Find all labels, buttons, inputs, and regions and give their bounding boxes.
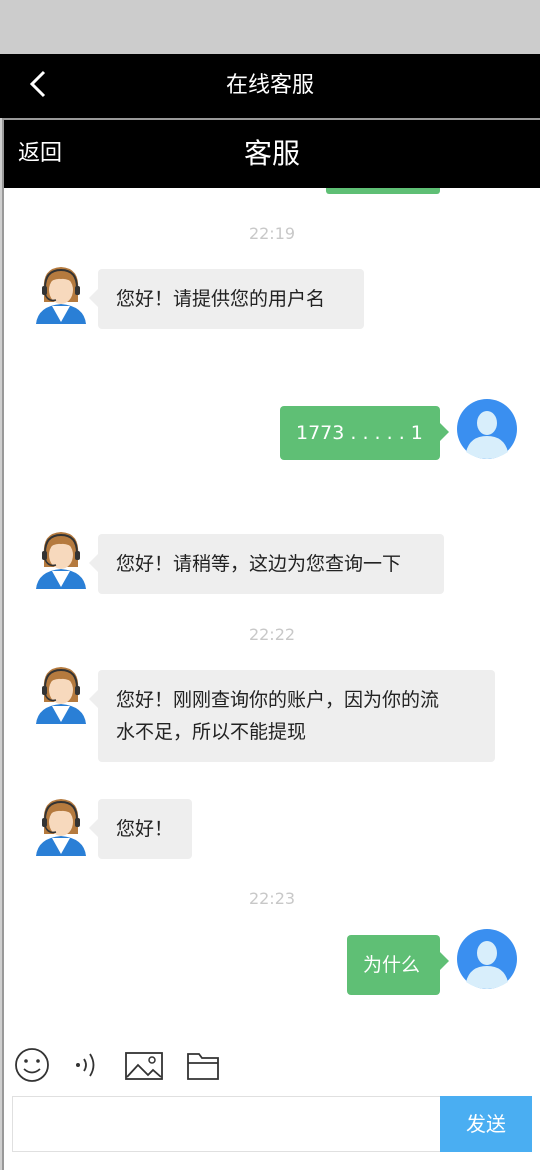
voice-icon[interactable]: [68, 1046, 108, 1084]
agent-message-bubble: 您好！刚刚查询你的账户，因为你的流 水不足，所以不能提现: [89, 670, 495, 762]
agent-avatar: [34, 527, 88, 589]
message-text-line: 水不足，所以不能提现: [116, 721, 307, 743]
message-text: 您好！请提供您的用户名: [116, 288, 326, 310]
inner-title: 客服: [243, 137, 300, 170]
timestamp: 22:23: [248, 889, 296, 908]
user-message-bubble: 1773 . . . . . 1: [280, 406, 449, 460]
agent-message-bubble: 您好！请稍等，这边为您查询一下: [89, 534, 444, 594]
message-text: 您好！: [116, 818, 174, 840]
send-button[interactable]: 发送: [440, 1096, 532, 1152]
user-message-bubble: 为什么: [347, 935, 449, 995]
previous-message-bubble: [326, 188, 440, 194]
message-text: 1773 . . . . . 1: [296, 422, 423, 444]
message-text: 您好！请稍等，这边为您查询一下: [116, 553, 402, 575]
chat-area[interactable]: 22:19 您好！请提供您的用户名 1773 . . . . . 1 您好！请稍…: [4, 188, 540, 1038]
message-text-line: 您好！刚刚查询你的账户，因为你的流: [116, 689, 440, 711]
image-icon[interactable]: [124, 1046, 164, 1084]
user-avatar: [456, 928, 518, 990]
timestamp: 22:19: [248, 224, 296, 243]
message-input[interactable]: [12, 1096, 440, 1152]
agent-avatar: [34, 794, 88, 856]
app-title: 在线客服: [225, 73, 314, 98]
agent-message-bubble: 您好！请提供您的用户名: [89, 269, 364, 329]
chat-frame: 返回 客服 22:19 您好！请提供您的用户名 1773 . . . . . 1…: [2, 118, 540, 1170]
composer: 发送: [12, 1096, 536, 1152]
message-text: 为什么: [363, 954, 421, 976]
composer-toolbar: [4, 1038, 540, 1092]
inner-header: 返回 客服: [4, 120, 540, 188]
app-header: 在线客服: [0, 54, 540, 118]
timestamp: 22:22: [248, 625, 296, 644]
status-bar: [0, 0, 540, 54]
emoji-icon[interactable]: [12, 1046, 52, 1084]
user-avatar: [456, 398, 518, 460]
agent-avatar: [34, 662, 88, 724]
agent-avatar: [34, 262, 88, 324]
folder-icon[interactable]: [184, 1046, 224, 1084]
agent-message-bubble: 您好！: [89, 799, 192, 859]
